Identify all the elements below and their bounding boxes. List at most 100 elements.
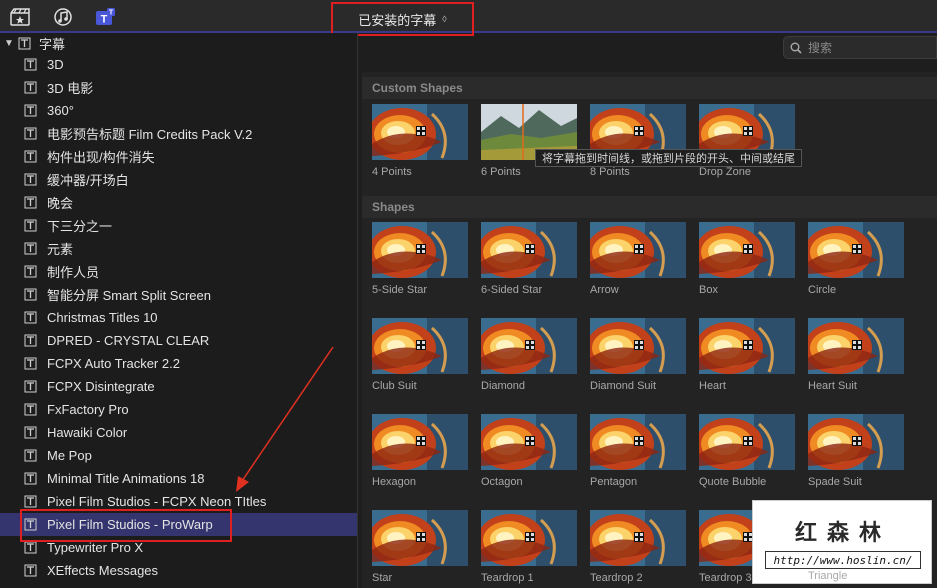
library-title-menu[interactable]: 已安装的字幕 ◊ xyxy=(331,2,474,36)
title-clip[interactable]: 8 Points xyxy=(590,104,686,187)
title-clip[interactable]: Hexagon xyxy=(372,414,468,497)
sidebar-item[interactable]: 360° xyxy=(0,99,357,122)
clip-thumbnail-frame xyxy=(372,104,468,160)
sidebar-item[interactable]: Typewriter Pro X xyxy=(0,536,357,559)
sidebar-item[interactable]: 下三分之一 xyxy=(0,214,357,237)
sidebar-item[interactable]: 元素 xyxy=(0,237,357,260)
clip-caption: 8 Points xyxy=(590,166,630,178)
title-category-icon xyxy=(24,357,37,370)
sidebar-item-label: Typewriter Pro X xyxy=(47,540,144,555)
title-clip[interactable]: Spade Suit xyxy=(808,414,904,497)
watermark-url: http://www.hoslin.cn/ xyxy=(765,551,921,569)
sidebar-item-label: FxFactory Pro xyxy=(47,402,129,417)
sidebar-item-label: Minimal Title Animations 18 xyxy=(47,471,205,486)
music-notes-icon[interactable] xyxy=(53,8,73,26)
title-clip[interactable]: Box xyxy=(699,222,795,305)
clip-caption: Pentagon xyxy=(590,476,638,488)
clip-caption: Heart Suit xyxy=(808,380,857,392)
sidebar-item[interactable]: Me Pop xyxy=(0,444,357,467)
title-clip[interactable]: Pentagon xyxy=(590,414,686,497)
title-clip[interactable]: Teardrop 1 xyxy=(481,510,577,588)
clip-caption: 6-Sided Star xyxy=(481,284,543,296)
sidebar-item-label: 晚会 xyxy=(47,196,74,211)
sidebar-item-label: Christmas Titles 10 xyxy=(47,310,158,325)
disclosure-triangle-icon[interactable]: ▼ xyxy=(4,38,14,49)
sidebar-item[interactable]: FCPX Auto Tracker 2.2 xyxy=(0,352,357,375)
sidebar-item[interactable]: Hawaiki Color xyxy=(0,421,357,444)
sidebar-item[interactable]: FxFactory Pro xyxy=(0,398,357,421)
clip-caption: Teardrop 2 xyxy=(590,572,643,584)
sidebar-item-label: DPRED - CRYSTAL CLEAR xyxy=(47,333,210,348)
sidebar-item[interactable]: XEffects Messages xyxy=(0,559,357,582)
clip-thumbnail xyxy=(372,510,468,566)
title-clip[interactable]: 6-Sided Star xyxy=(481,222,577,305)
sidebar-item[interactable]: Pixel Film Studios - FCPX Neon TItles xyxy=(0,490,357,513)
clip-thumbnail-frame xyxy=(481,414,577,470)
sidebar-item[interactable]: DPRED - CRYSTAL CLEAR xyxy=(0,329,357,352)
sidebar-item-label: Me Pop xyxy=(47,448,92,463)
search-input[interactable] xyxy=(808,40,928,55)
title-category-icon xyxy=(24,242,37,255)
clip-thumbnail xyxy=(481,510,577,566)
clip-thumbnail xyxy=(372,104,468,160)
title-clip[interactable]: Club Suit xyxy=(372,318,468,401)
sidebar-item[interactable]: Pixel Film Studios - ProWarp xyxy=(0,513,357,536)
title-category-icon xyxy=(24,288,37,301)
clapper-star-icon[interactable] xyxy=(10,8,30,26)
sidebar-item[interactable]: Christmas Titles 10 xyxy=(0,306,357,329)
sidebar-item-label: FCPX Disintegrate xyxy=(47,379,155,394)
title-category-icon xyxy=(24,150,37,163)
title-clip[interactable]: Heart xyxy=(699,318,795,401)
clip-caption: Circle xyxy=(808,284,837,296)
title-category-icon xyxy=(18,37,31,49)
clip-thumbnail xyxy=(699,318,795,374)
clip-thumbnail xyxy=(699,222,795,278)
sidebar-root-label: 字幕 xyxy=(39,36,66,52)
sidebar-item[interactable]: 晚会 xyxy=(0,191,357,214)
title-clip[interactable]: Diamond Suit xyxy=(590,318,686,401)
sidebar-item[interactable]: 电影预告标题 Film Credits Pack V.2 xyxy=(0,122,357,145)
title-category-icon xyxy=(24,311,37,324)
title-clip[interactable]: Heart Suit xyxy=(808,318,904,401)
title-clip[interactable]: Circle xyxy=(808,222,904,305)
clip-thumbnail-frame xyxy=(481,510,577,566)
title-category-icon xyxy=(24,196,37,209)
title-category-icon xyxy=(24,472,37,485)
clip-thumbnail xyxy=(808,414,904,470)
title-clip[interactable]: 5-Side Star xyxy=(372,222,468,305)
title-category-icon xyxy=(24,403,37,416)
sidebar-root-item[interactable]: ▼ 字幕 xyxy=(0,33,357,53)
title-clip[interactable]: Octagon xyxy=(481,414,577,497)
title-clip[interactable]: Quote Bubble xyxy=(699,414,795,497)
sidebar-item-label: 电影预告标题 Film Credits Pack V.2 xyxy=(47,127,253,142)
title-clip[interactable]: Diamond xyxy=(481,318,577,401)
clip-thumbnail xyxy=(481,414,577,470)
clip-thumbnail-frame xyxy=(372,510,468,566)
title-category-icon xyxy=(24,518,37,531)
clip-caption: Quote Bubble xyxy=(699,476,767,488)
sidebar-item[interactable]: 构件出现/构件消失 xyxy=(0,145,357,168)
sidebar-item[interactable]: Minimal Title Animations 18 xyxy=(0,467,357,490)
sidebar-item-label: Pixel Film Studios - ProWarp xyxy=(47,517,213,532)
sidebar-item-label: 3D xyxy=(47,57,64,72)
title-clip[interactable]: 4 Points xyxy=(372,104,468,187)
title-clip[interactable]: 6 Points xyxy=(481,104,577,187)
sidebar-item[interactable]: 制作人员 xyxy=(0,260,357,283)
sidebar-item[interactable]: 缓冲器/开场白 xyxy=(0,168,357,191)
title-category-icon xyxy=(24,380,37,393)
title-clip[interactable]: Star xyxy=(372,510,468,588)
sidebar-item[interactable]: 3D xyxy=(0,53,357,76)
sidebar-item[interactable]: FCPX Disintegrate xyxy=(0,375,357,398)
title-clip[interactable]: Teardrop 2 xyxy=(590,510,686,588)
sidebar-item[interactable]: 3D 电影 xyxy=(0,76,357,99)
section-header-shapes: Shapes xyxy=(362,196,937,218)
titles-icon[interactable]: T T xyxy=(95,8,115,26)
title-clip[interactable]: Arrow xyxy=(590,222,686,305)
title-clip[interactable]: Drop Zone xyxy=(699,104,795,187)
watermark-title: 红森林 xyxy=(794,520,891,546)
clip-thumbnail xyxy=(590,222,686,278)
sidebar: ▼ 字幕 3D 3D 电影 360° 电影预告标题 Film Credits Pack… xyxy=(0,33,358,588)
sidebar-item-label: Pixel Film Studios - FCPX Neon TItles xyxy=(47,494,267,509)
sidebar-item[interactable]: 智能分屏 Smart Split Screen xyxy=(0,283,357,306)
search-field[interactable] xyxy=(783,36,937,59)
